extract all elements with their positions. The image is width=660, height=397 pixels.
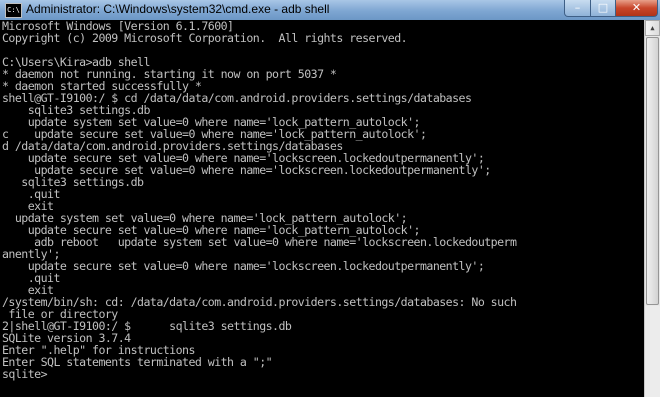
scrollbar-thumb[interactable] (646, 37, 659, 305)
title-bar[interactable]: C:\ Administrator: C:\Windows\system32\c… (0, 0, 660, 21)
scroll-up-arrow-icon[interactable]: ▲ (645, 20, 660, 36)
console-line: Copyright (c) 2009 Microsoft Corporation… (2, 31, 408, 45)
console-line: update secure set value=0 where name='lo… (2, 259, 485, 273)
console-line: adb reboot update system set value=0 whe… (2, 235, 517, 249)
scrollbar-track[interactable] (645, 306, 660, 397)
console-line: sqlite> (2, 367, 48, 381)
cmd-window: C:\ Administrator: C:\Windows\system32\c… (0, 0, 660, 397)
console-output-area[interactable]: Microsoft Windows [Version 6.1.7600] Cop… (0, 20, 644, 397)
maximize-button[interactable]: □ (590, 0, 616, 17)
window-title: Administrator: C:\Windows\system32\cmd.e… (26, 2, 330, 16)
minimize-button[interactable]: – (564, 0, 591, 17)
cmd-icon[interactable]: C:\ (5, 3, 22, 18)
console-text: Microsoft Windows [Version 6.1.7600] Cop… (0, 20, 644, 380)
close-button[interactable]: ✕ (615, 0, 658, 17)
vertical-scrollbar[interactable]: ▲ (644, 20, 660, 397)
